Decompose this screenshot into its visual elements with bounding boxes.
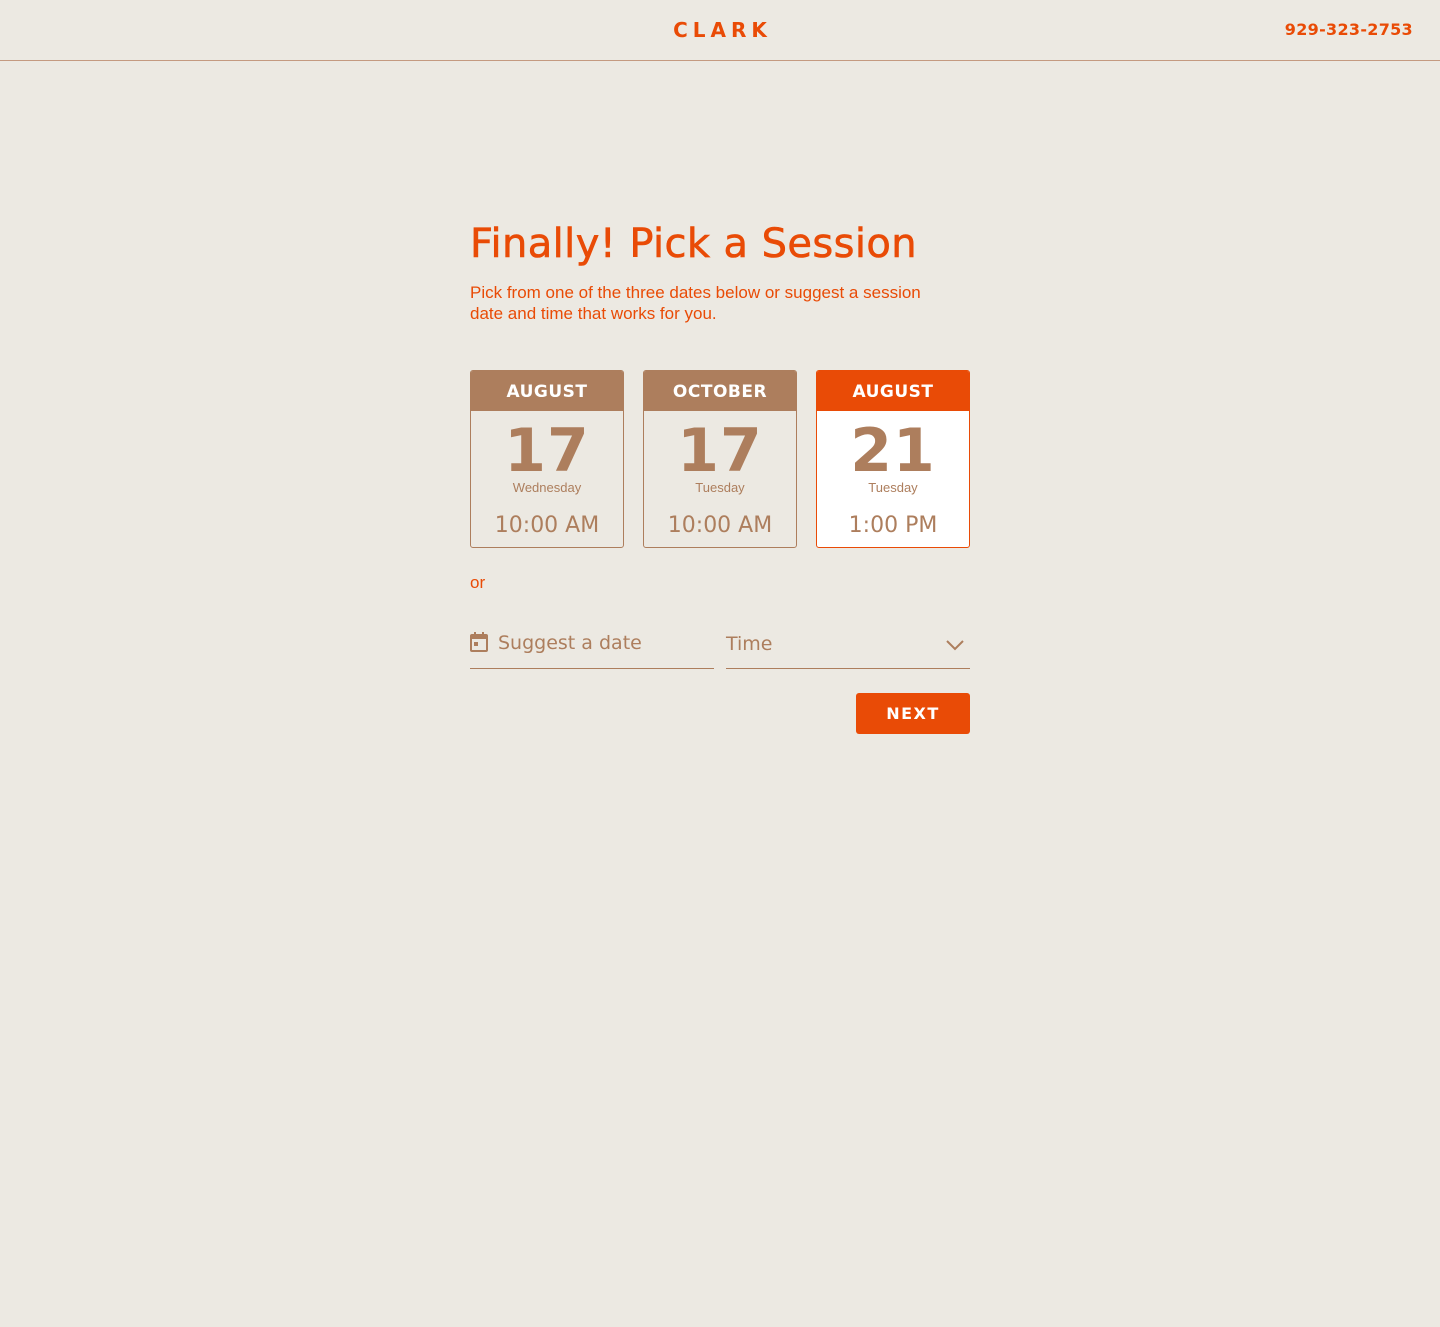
site-header: CLARK 929-323-2753: [0, 0, 1440, 61]
session-weekday: Tuesday: [695, 480, 745, 495]
session-picker: Finally! Pick a Session Pick from one of…: [470, 218, 970, 734]
session-cards: AUGUST 17 Wednesday 10:00 AM OCTOBER 17 …: [470, 370, 970, 548]
session-month: AUGUST: [817, 371, 969, 411]
session-time: 10:00 AM: [667, 513, 773, 538]
page-subtitle: Pick from one of the three dates below o…: [470, 283, 921, 323]
session-card[interactable]: OCTOBER 17 Tuesday 10:00 AM: [643, 370, 797, 548]
time-select-value: Time: [726, 633, 773, 655]
session-card[interactable]: AUGUST 17 Wednesday 10:00 AM: [470, 370, 624, 548]
session-day: 21: [850, 416, 936, 486]
session-month: OCTOBER: [644, 371, 796, 411]
or-separator: or: [470, 573, 486, 592]
suggest-date-field: [470, 620, 714, 669]
suggest-date-input[interactable]: [498, 628, 712, 658]
page-title: Finally! Pick a Session: [470, 221, 917, 268]
calendar-icon[interactable]: [470, 632, 488, 652]
time-select[interactable]: Time: [726, 620, 970, 669]
session-time: 10:00 AM: [494, 513, 600, 538]
session-weekday: Tuesday: [868, 480, 918, 495]
phone-number-link[interactable]: 929-323-2753: [1285, 20, 1413, 40]
chevron-down-icon: [946, 638, 964, 651]
session-weekday: Wednesday: [512, 480, 582, 495]
next-button[interactable]: NEXT: [856, 693, 970, 734]
session-month: AUGUST: [471, 371, 623, 411]
session-day: 17: [677, 416, 763, 486]
session-day: 17: [504, 416, 590, 486]
session-time: 1:00 PM: [848, 513, 938, 538]
session-card-selected[interactable]: AUGUST 21 Tuesday 1:00 PM: [816, 370, 970, 548]
logo[interactable]: CLARK: [0, 18, 1440, 42]
